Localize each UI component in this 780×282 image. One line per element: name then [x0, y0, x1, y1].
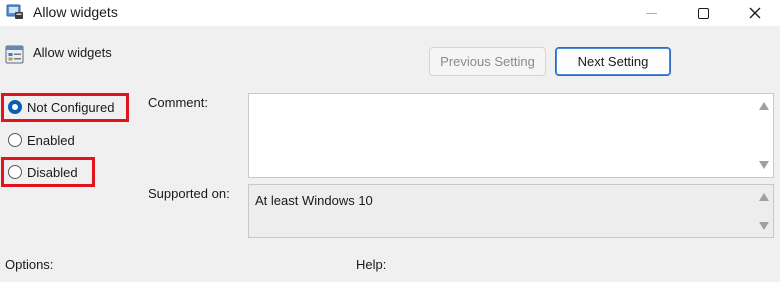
minimize-button[interactable]	[628, 0, 674, 26]
highlight-box-not-configured	[1, 93, 129, 122]
supported-on-field: At least Windows 10	[248, 184, 774, 238]
radio-enabled[interactable]: Enabled	[8, 131, 75, 149]
next-setting-button[interactable]: Next Setting	[555, 47, 671, 76]
comment-textarea[interactable]	[248, 93, 774, 178]
app-icon	[6, 4, 23, 19]
policy-title: Allow widgets	[33, 45, 112, 60]
previous-setting-button[interactable]: Previous Setting	[429, 47, 546, 76]
close-icon	[749, 7, 761, 19]
highlight-box-disabled	[1, 157, 95, 187]
maximize-button[interactable]	[680, 0, 726, 26]
close-button[interactable]	[732, 0, 778, 26]
comment-label: Comment:	[148, 95, 208, 110]
options-pane-label: Options:	[5, 257, 54, 272]
title-bar: Allow widgets	[0, 0, 780, 26]
window-title: Allow widgets	[33, 4, 118, 20]
scroll-down-arrow-icon[interactable]	[759, 161, 769, 169]
minimize-icon	[645, 12, 657, 14]
radio-button[interactable]	[8, 133, 22, 147]
comment-scrollbar[interactable]	[755, 94, 773, 177]
scroll-up-arrow-icon[interactable]	[759, 193, 769, 201]
maximize-icon	[697, 7, 709, 19]
policy-setting-icon	[5, 45, 24, 64]
help-pane-label: Help:	[356, 257, 387, 272]
supported-on-value: At least Windows 10	[255, 193, 373, 208]
scroll-up-arrow-icon[interactable]	[759, 102, 769, 110]
radio-label-enabled: Enabled	[27, 132, 75, 148]
supported-scrollbar[interactable]	[755, 185, 773, 237]
scroll-down-arrow-icon[interactable]	[759, 222, 769, 230]
supported-on-label: Supported on:	[148, 186, 230, 201]
